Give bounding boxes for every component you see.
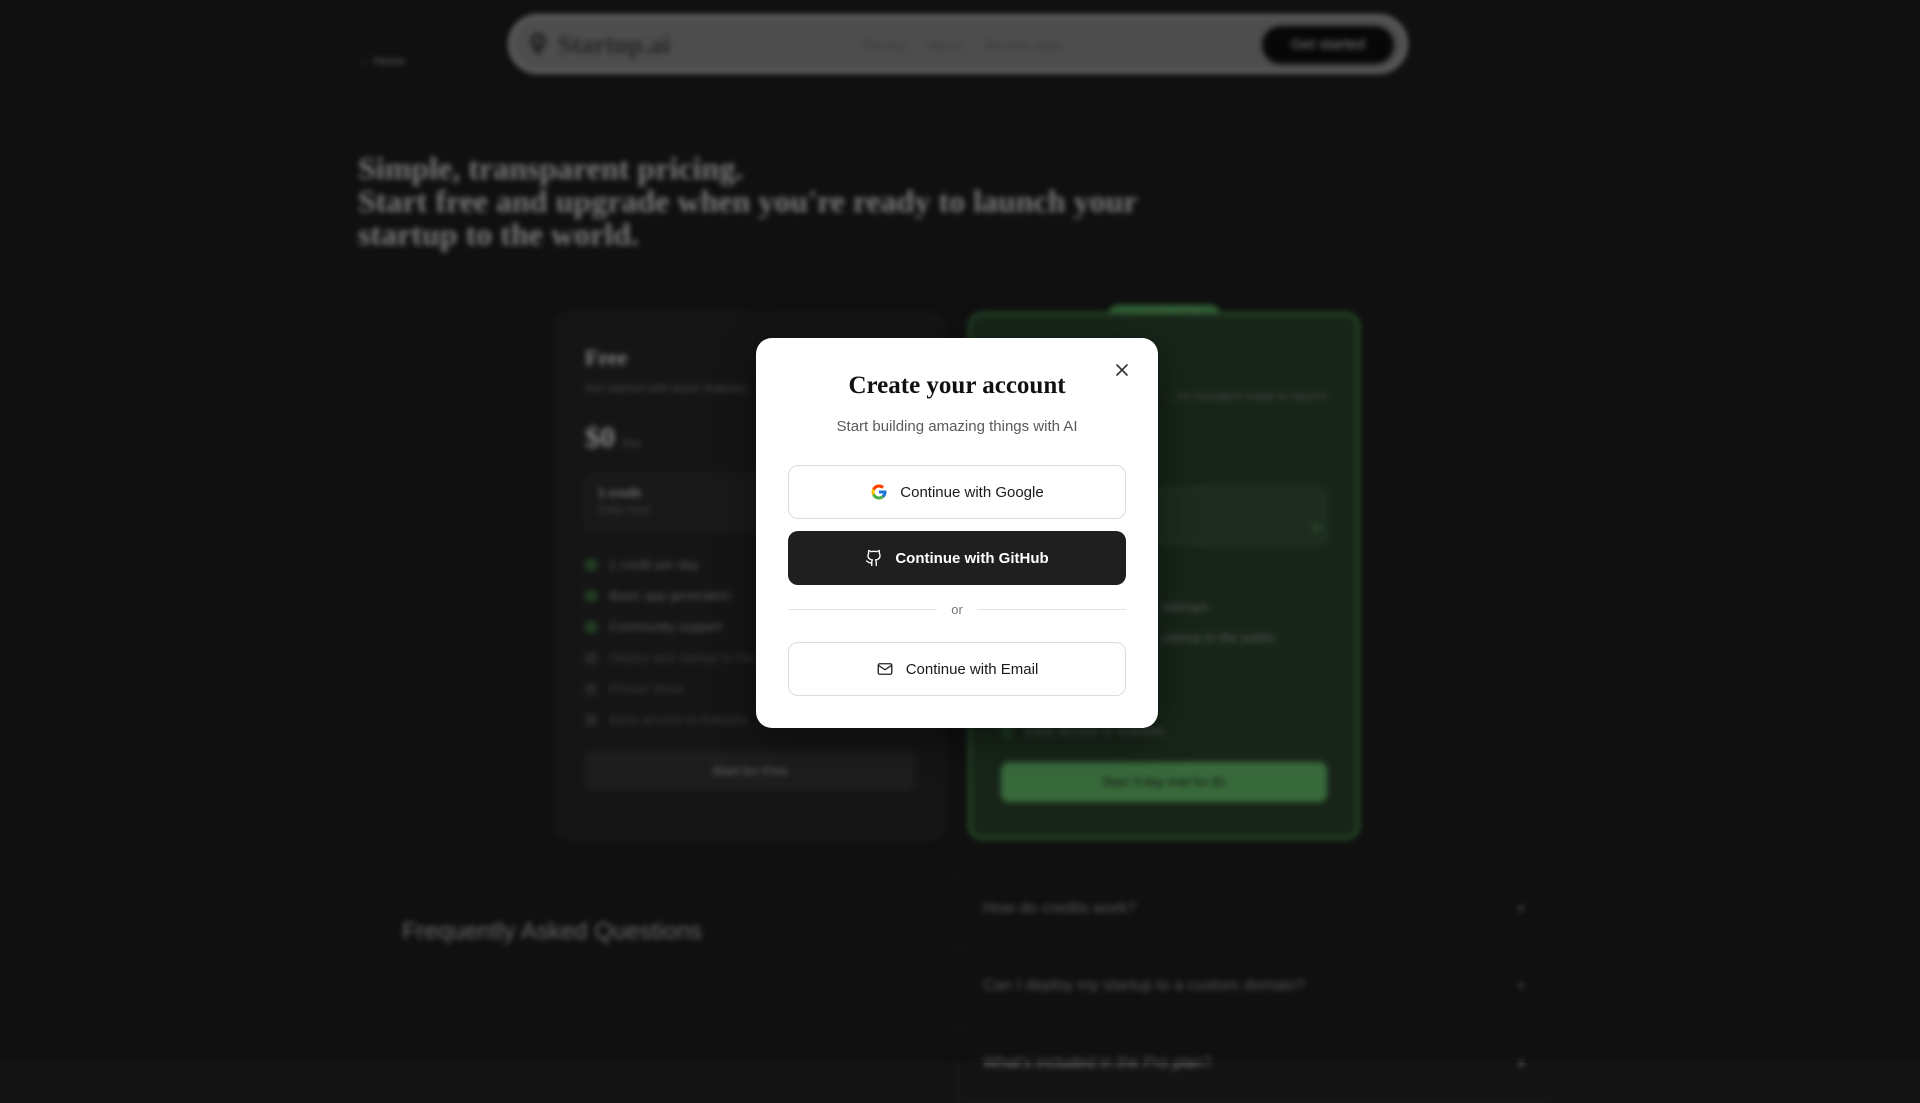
or-divider: or <box>788 602 1126 617</box>
continue-with-email-button[interactable]: Continue with Email <box>788 642 1126 696</box>
signup-modal: Create your account Start building amazi… <box>756 338 1158 728</box>
continue-with-google-button[interactable]: Continue with Google <box>788 465 1126 519</box>
google-button-label: Continue with Google <box>900 483 1044 501</box>
continue-with-github-button[interactable]: Continue with GitHub <box>788 531 1126 585</box>
divider-line <box>788 609 938 610</box>
google-icon <box>871 484 887 500</box>
github-icon <box>866 549 882 567</box>
modal-title: Create your account <box>848 372 1066 399</box>
github-button-label: Continue with GitHub <box>895 549 1049 567</box>
or-text: or <box>951 602 963 617</box>
mail-icon <box>877 663 893 675</box>
email-button-label: Continue with Email <box>905 660 1039 678</box>
modal-subtitle: Start building amazing things with AI <box>836 418 1078 435</box>
divider-line <box>976 609 1126 610</box>
